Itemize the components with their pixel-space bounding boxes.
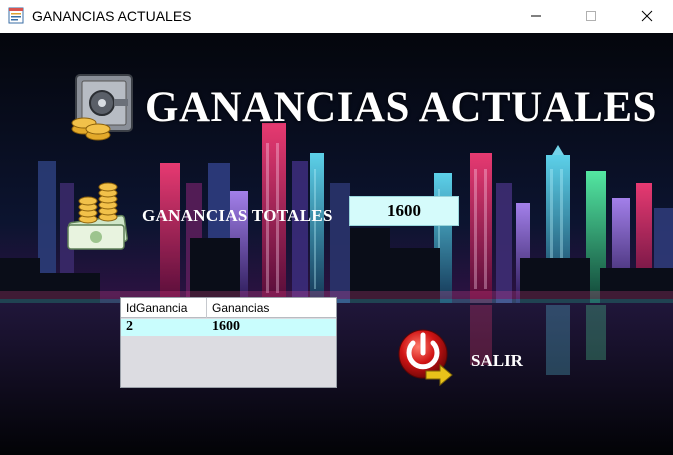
window-titlebar: GANANCIAS ACTUALES — [0, 0, 673, 33]
window-title: GANANCIAS ACTUALES — [32, 8, 192, 24]
close-button[interactable] — [624, 0, 670, 32]
minimize-icon — [531, 15, 541, 17]
table-header: IdGanancia Ganancias — [121, 298, 336, 318]
minimize-button[interactable] — [513, 0, 559, 32]
page-title: GANANCIAS ACTUALES — [145, 84, 657, 131]
total-earnings-field[interactable]: 1600 — [349, 196, 459, 226]
cell-ganancias: 1600 — [212, 319, 240, 334]
total-earnings-label: GANANCIAS TOTALES — [142, 206, 333, 225]
main-panel: GANANCIAS ACTUALES GANANCIAS TOTALES 160… — [0, 33, 673, 455]
app-document-icon — [8, 7, 24, 24]
column-divider — [206, 298, 207, 318]
earnings-table[interactable]: IdGanancia Ganancias 2 1600 — [120, 297, 337, 388]
power-exit-icon — [398, 329, 453, 387]
cell-idganancia: 2 — [126, 319, 133, 334]
maximize-button[interactable] — [568, 0, 614, 32]
maximize-icon — [586, 11, 596, 21]
safe-with-coins-icon — [71, 74, 133, 141]
exit-button-label: SALIR — [471, 351, 523, 370]
coins-and-cash-icon — [67, 182, 128, 250]
close-icon — [641, 10, 653, 22]
column-header-idganancia[interactable]: IdGanancia — [126, 301, 187, 315]
column-header-ganancias[interactable]: Ganancias — [212, 301, 269, 315]
table-row[interactable]: 2 1600 — [121, 319, 336, 336]
exit-button[interactable]: SALIR — [396, 327, 536, 387]
